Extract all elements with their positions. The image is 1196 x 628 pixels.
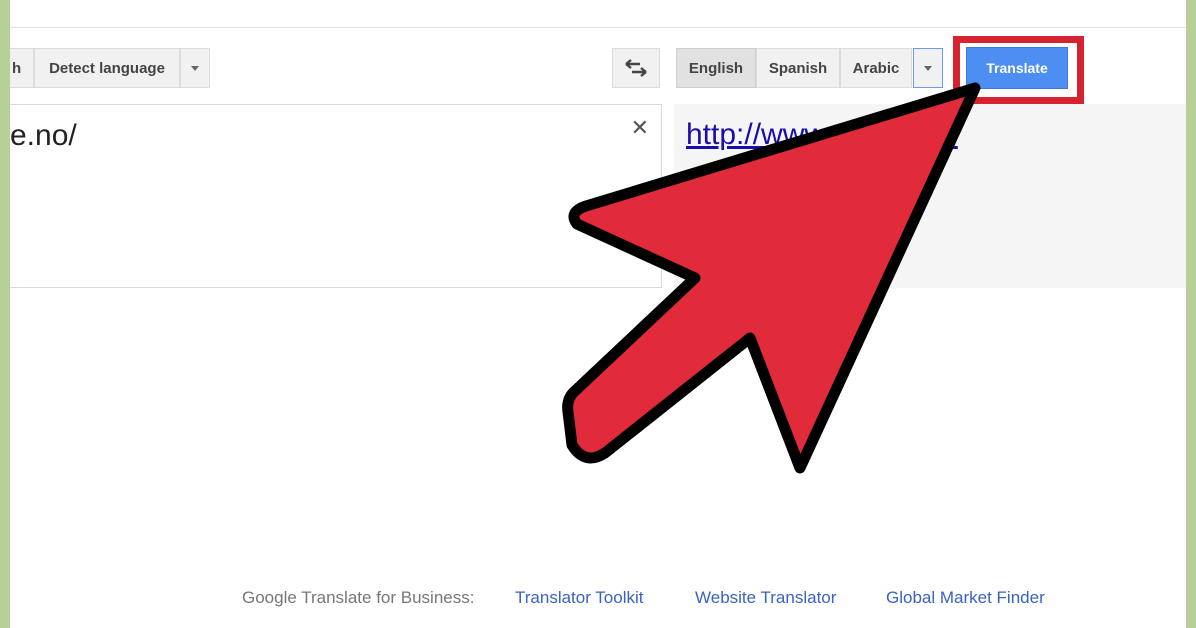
global-market-finder-link[interactable]: Global Market Finder <box>886 588 1045 608</box>
translator-toolkit-link-text: Translator Toolkit <box>515 588 644 607</box>
red-pointer-arrow-icon <box>562 82 981 474</box>
business-footer-label: Google Translate for Business: <box>242 588 475 607</box>
global-market-finder-link-text: Global Market Finder <box>886 588 1045 607</box>
website-translator-link[interactable]: Website Translator <box>695 588 836 608</box>
website-translator-link-text: Website Translator <box>695 588 837 607</box>
translator-toolkit-link[interactable]: Translator Toolkit <box>515 588 644 608</box>
